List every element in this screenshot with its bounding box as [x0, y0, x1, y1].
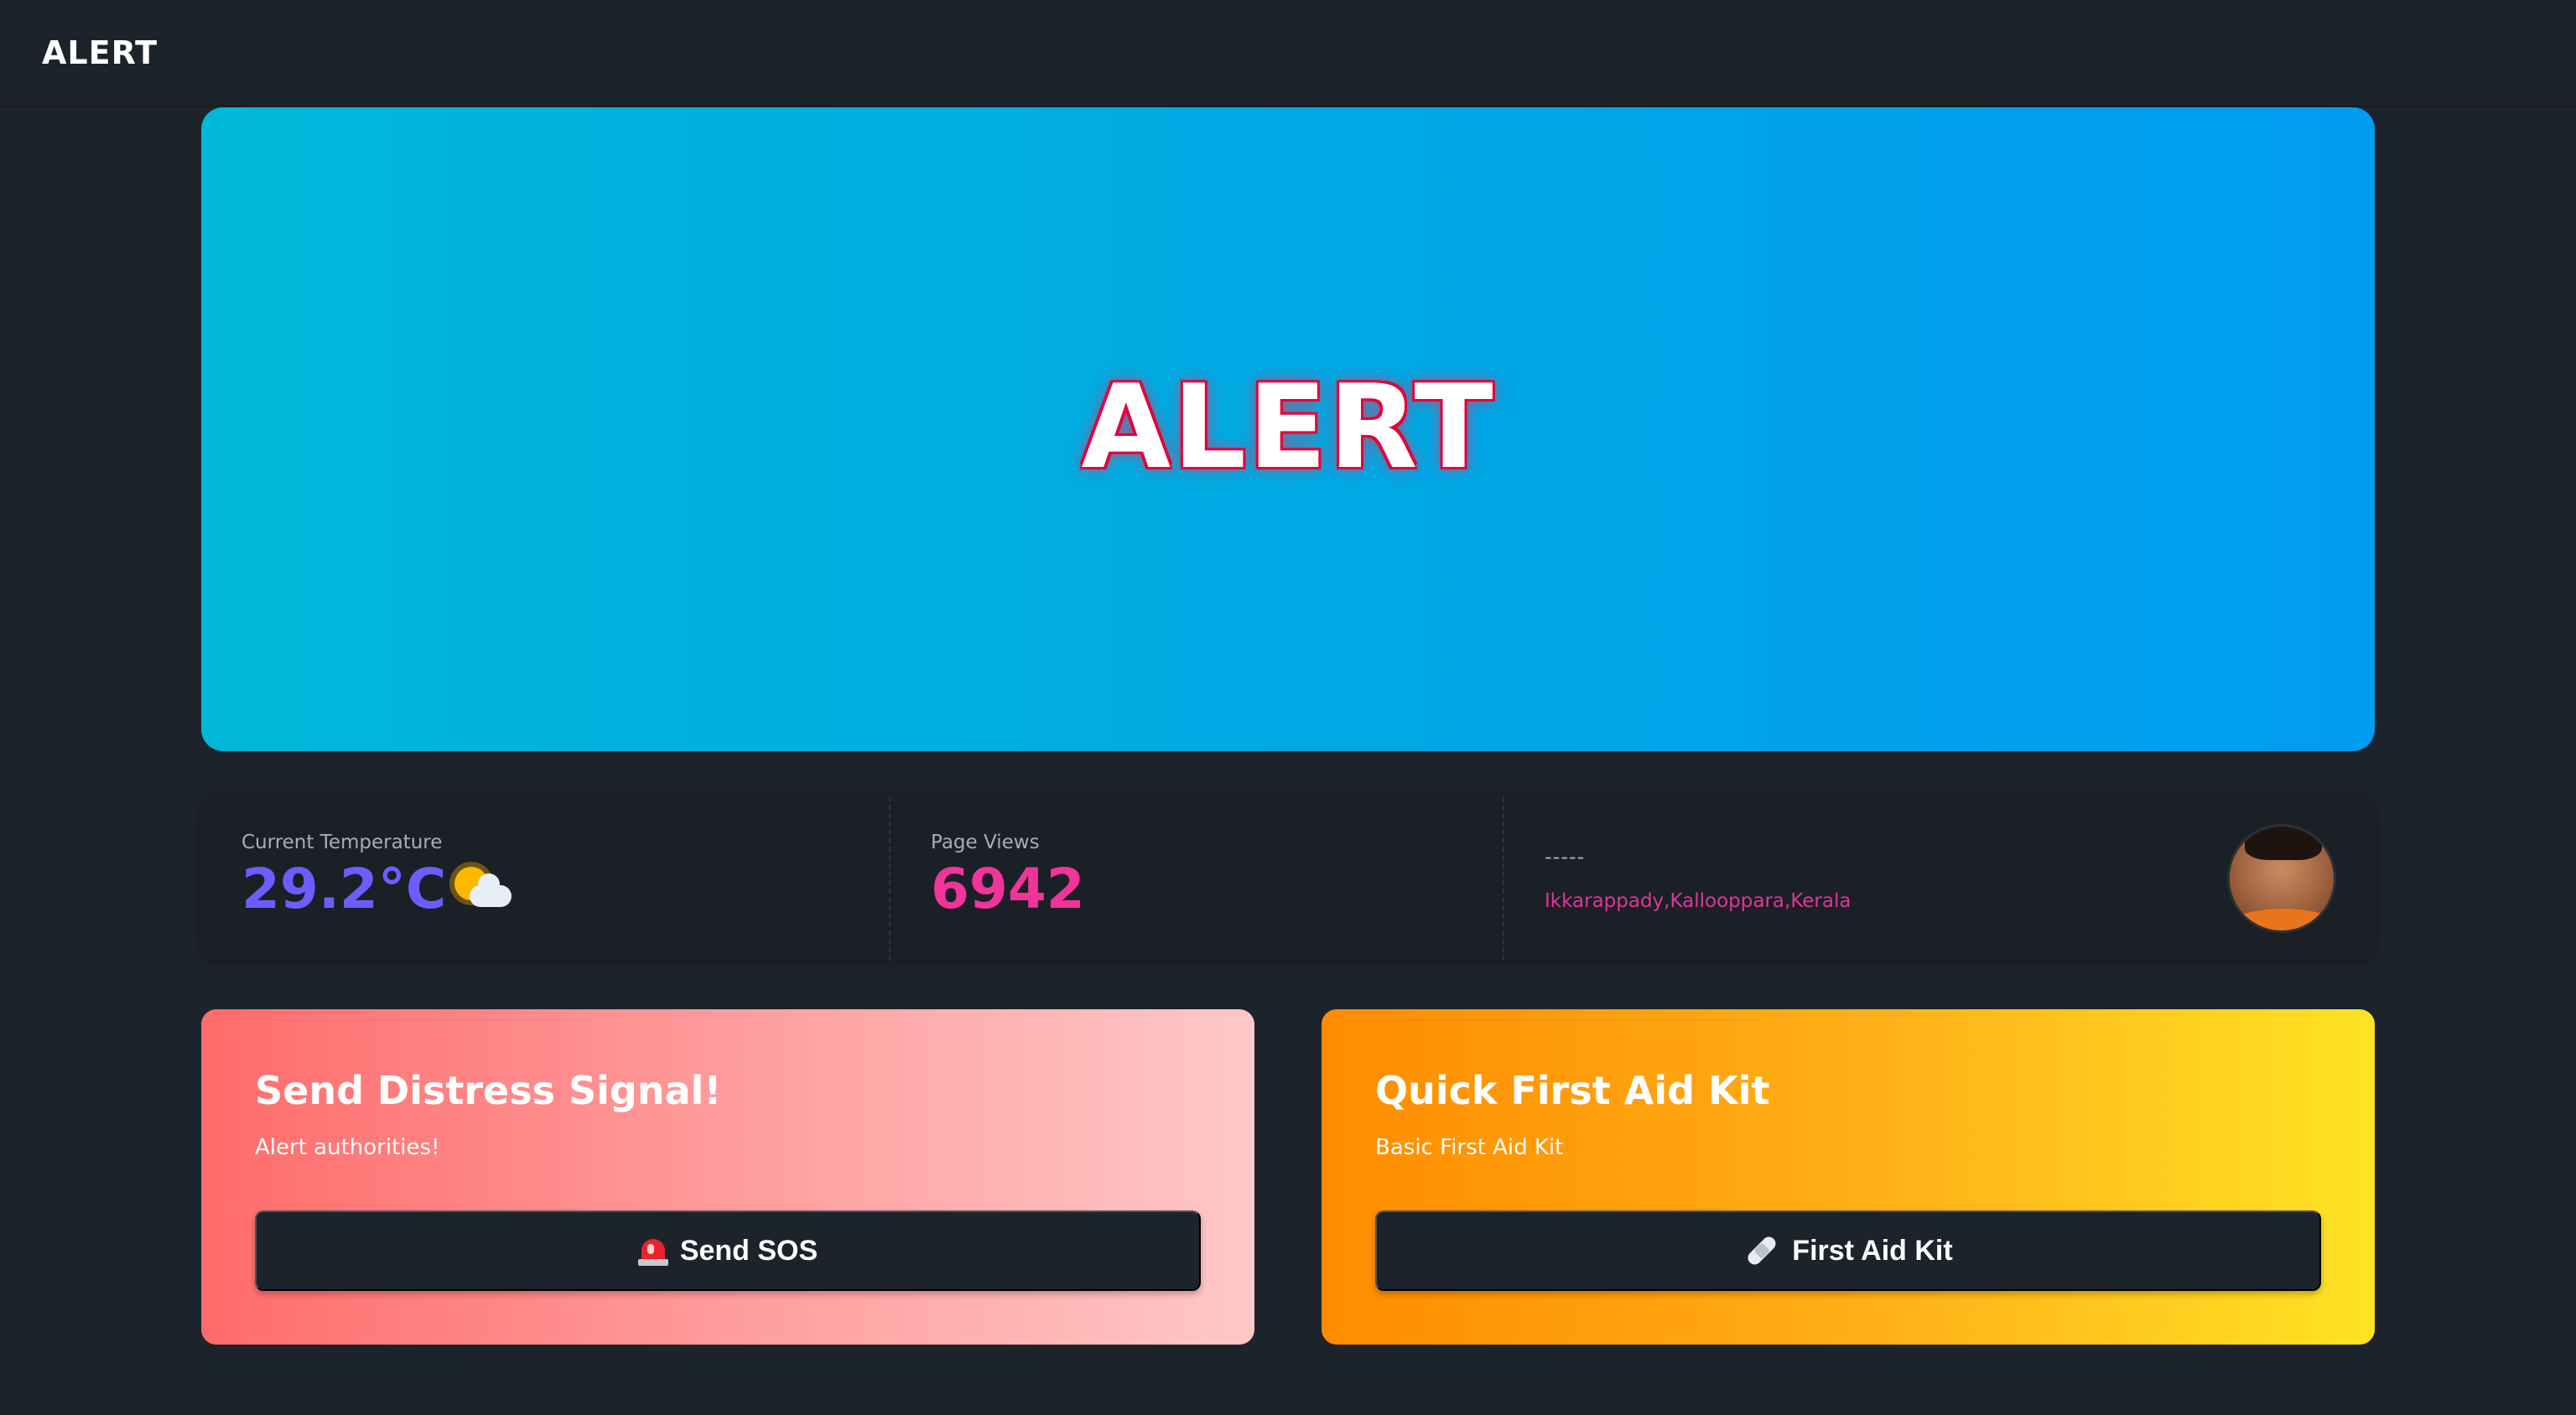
send-sos-label: Send SOS — [679, 1234, 818, 1267]
stat-page-views: Page Views 6942 — [891, 796, 1504, 961]
first-aid-kit-label: First Aid Kit — [1792, 1234, 1953, 1267]
stats-panel: Current Temperature 29.2°C Page Views 69… — [201, 796, 2375, 961]
stat-location: ----- Ikkarappady,Kallooppara,Kerala — [1504, 796, 2375, 961]
stat-temperature: Current Temperature 29.2°C — [201, 796, 891, 961]
brand-link[interactable]: ALERT — [42, 34, 158, 71]
first-aid-card: Quick First Aid Kit Basic First Aid Kit … — [1322, 1009, 2375, 1345]
first-aid-card-title: Quick First Aid Kit — [1375, 1068, 1770, 1113]
navbar: ALERT — [0, 0, 2576, 107]
page-views-value: 6942 — [931, 857, 1085, 921]
sos-card-title: Send Distress Signal! — [255, 1068, 722, 1113]
first-aid-kit-button[interactable]: First Aid Kit — [1375, 1210, 2321, 1291]
avatar — [2227, 824, 2336, 933]
temperature-value: 29.2°C — [242, 857, 447, 921]
bandage-icon — [1743, 1232, 1780, 1269]
sos-card: Send Distress Signal! Alert authorities!… — [201, 1009, 1254, 1345]
location-text: ----- Ikkarappady,Kallooppara,Kerala — [1545, 845, 1851, 912]
sun-behind-cloud-icon — [451, 862, 513, 917]
location-placeholder: ----- — [1545, 845, 1586, 868]
siren-icon — [637, 1234, 668, 1267]
page-views-label: Page Views — [931, 832, 1040, 853]
sos-card-subtitle: Alert authorities! — [255, 1135, 440, 1160]
location-place: Ikkarappady,Kallooppara,Kerala — [1545, 890, 1852, 912]
hero-title: ALERT — [1081, 359, 1495, 495]
first-aid-card-subtitle: Basic First Aid Kit — [1375, 1135, 1564, 1160]
send-sos-button[interactable]: Send SOS — [255, 1210, 1201, 1291]
temperature-value-row: 29.2°C — [242, 862, 849, 917]
hero-banner: ALERT — [201, 107, 2375, 751]
temperature-label: Current Temperature — [242, 832, 443, 853]
